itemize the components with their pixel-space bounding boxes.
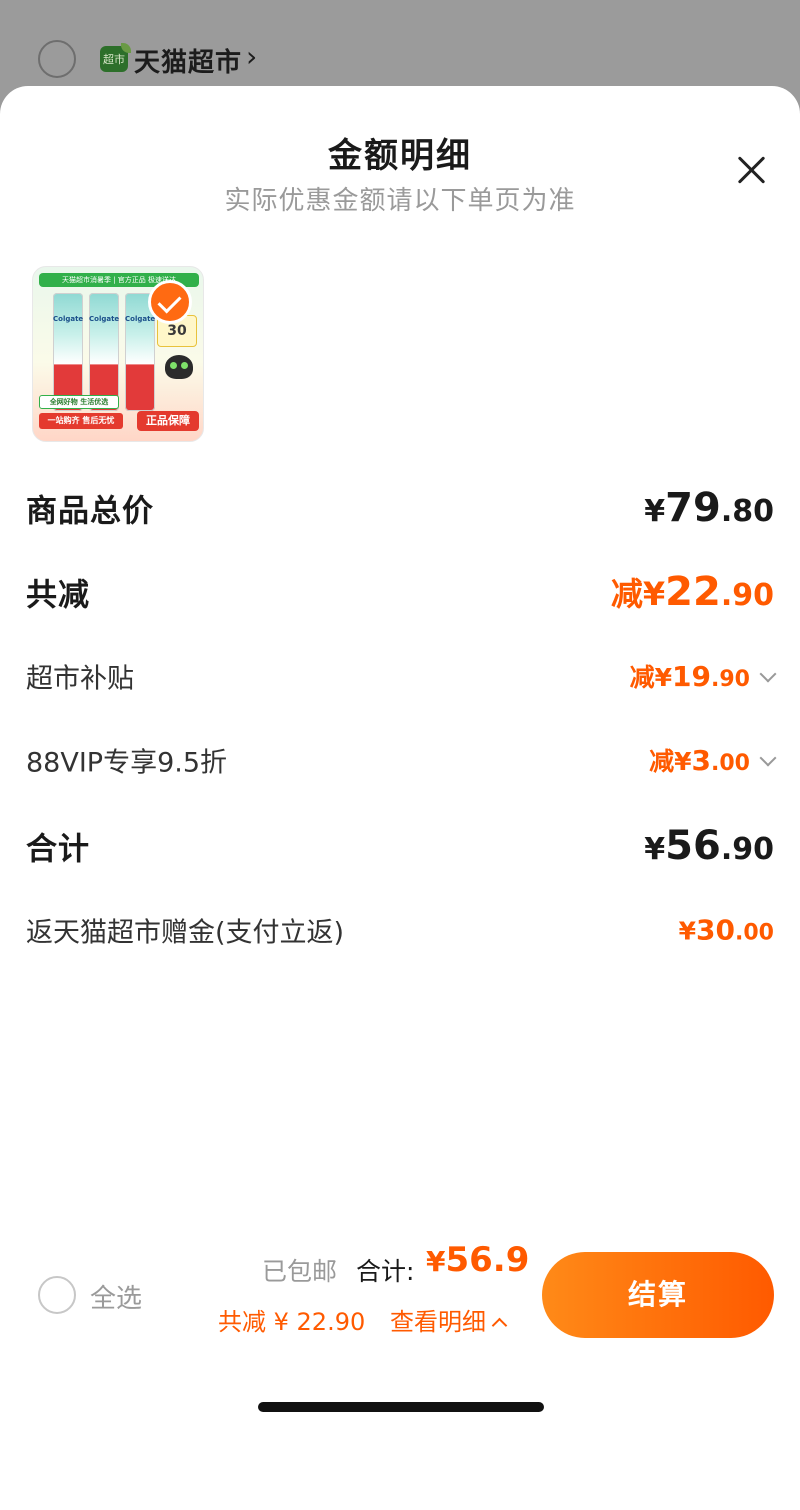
cashback-value: ¥30.00 [678,913,774,947]
chevron-right-icon: › [246,40,258,73]
total-label: 合计 [26,831,90,868]
vip-discount-row[interactable]: 88VIP专享9.5折 减¥3.00 [26,730,777,790]
tmall-supermarket-logo-icon: 超市 [100,43,131,72]
bar-discount-label: 共减 ¥ 22.90 [218,1308,366,1336]
total-value: ¥56.90 [644,823,774,869]
total-reduction-row: 共减 减¥22.90 [26,562,774,622]
cashback-row: 返天猫超市赠金(支付立返) ¥30.00 [26,900,774,960]
chevron-down-icon[interactable] [759,665,777,683]
subsidy-label: 超市补贴 [26,663,134,695]
selected-check-icon[interactable] [148,280,192,324]
checkout-button[interactable]: 结算 [542,1252,774,1338]
bar-total-label: 合计: [356,1257,415,1286]
subtotal-label: 商品总价 [26,493,154,530]
select-all-radio[interactable] [38,1276,76,1314]
chevron-down-icon[interactable] [759,749,777,767]
free-shipping-label: 已包邮 [262,1257,338,1286]
total-row: 合计 ¥56.90 [26,816,774,876]
thumbnail-tagline: 一站购齐 售后无忧 [39,413,123,429]
supermarket-subsidy-row[interactable]: 超市补贴 减¥19.90 [26,646,777,706]
subtotal-value: ¥79.80 [644,485,774,531]
thumbnail-tagline: 全网好物 生活优选 [39,395,119,409]
subtotal-row: 商品总价 ¥79.80 [26,478,774,538]
total-reduction-label: 共减 [26,577,90,614]
toothpaste-tube-image: Colgate [89,293,119,411]
total-reduction-value: 减¥22.90 [610,569,774,615]
view-details-link[interactable]: 查看明细 [390,1302,508,1337]
home-indicator [258,1402,544,1412]
genuine-guarantee-badge: 正品保障 [137,411,199,431]
toothpaste-tube-image: Colgate [53,293,83,411]
store-select-radio[interactable] [38,40,76,78]
close-icon[interactable] [734,152,770,188]
vip-discount-label: 88VIP专享9.5折 [26,747,228,779]
bar-total-value: ¥56.9 [426,1240,530,1280]
subsidy-value: 减¥19.90 [630,658,777,694]
select-all-label[interactable]: 全选 [90,1278,142,1315]
tmall-cat-icon [165,355,193,379]
chevron-up-icon [491,1317,508,1334]
sheet-subtitle: 实际优惠金额请以下单页为准 [224,186,576,216]
store-name-link[interactable]: 天猫超市 [134,42,242,79]
cashback-label: 返天猫超市赠金(支付立返) [26,917,345,949]
vip-discount-value: 减¥3.00 [649,742,777,778]
sheet-title: 金额明细 [328,136,472,176]
